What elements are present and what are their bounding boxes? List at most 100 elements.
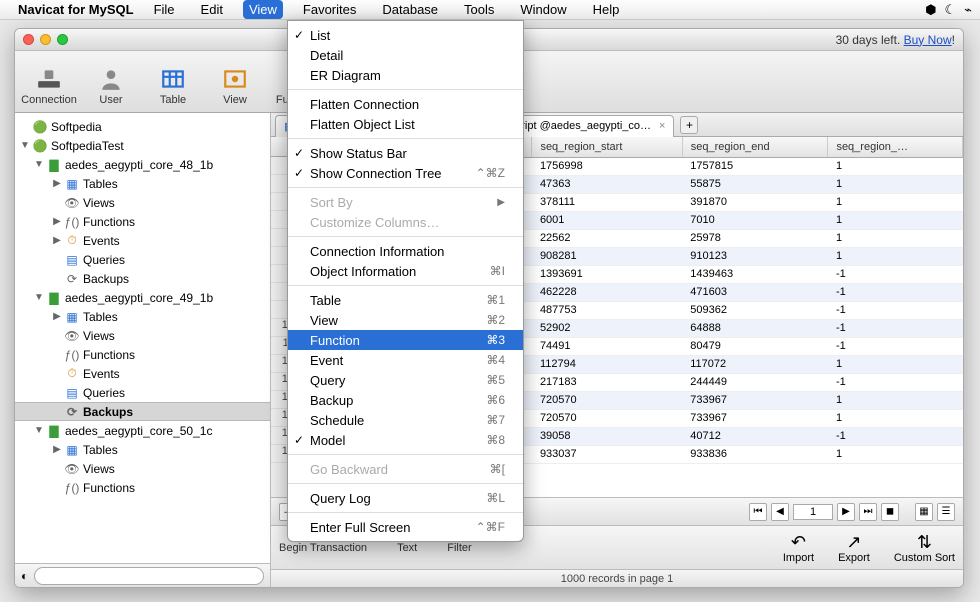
menu-window[interactable]: Window <box>514 0 572 19</box>
cell[interactable]: 471603 <box>682 283 828 301</box>
menu-item-detail[interactable]: Detail <box>288 45 523 65</box>
tree-item[interactable]: 👁Views <box>15 459 270 478</box>
cell[interactable]: 25978 <box>682 229 828 247</box>
stop-button[interactable]: ◼ <box>881 503 899 521</box>
cell[interactable]: 64888 <box>682 319 828 337</box>
cell[interactable]: 55875 <box>682 175 828 193</box>
menu-item-schedule[interactable]: Schedule⌘7 <box>288 410 523 430</box>
action-begin-transaction[interactable]: Begin Transaction <box>279 542 367 554</box>
cell[interactable]: -1 <box>828 337 963 355</box>
close-icon[interactable] <box>23 34 34 45</box>
page-input[interactable] <box>793 504 833 520</box>
tray-icon[interactable]: ⬢ <box>925 2 936 18</box>
cell[interactable]: 1 <box>828 175 963 193</box>
menu-item-flatten-object-list[interactable]: Flatten Object List <box>288 114 523 134</box>
menu-item-event[interactable]: Event⌘4 <box>288 350 523 370</box>
menu-item-query[interactable]: Query⌘5 <box>288 370 523 390</box>
menu-item-enter-full-screen[interactable]: Enter Full Screen⌃⌘F <box>288 517 523 537</box>
menu-item-connection-information[interactable]: Connection Information <box>288 241 523 261</box>
tray-icon[interactable]: ⌁ <box>964 2 972 18</box>
cell[interactable]: 117072 <box>682 355 828 373</box>
menu-item-object-information[interactable]: Object Information⌘I <box>288 261 523 281</box>
menu-tools[interactable]: Tools <box>458 0 500 19</box>
cell[interactable]: 7010 <box>682 211 828 229</box>
cell[interactable]: 1 <box>828 193 963 211</box>
menu-item-view[interactable]: View⌘2 <box>288 310 523 330</box>
cell[interactable]: 1 <box>828 445 963 463</box>
tree-item[interactable]: 🟢Softpedia <box>15 117 270 136</box>
tree-item[interactable]: ƒ()Functions <box>15 345 270 364</box>
grid-view-icon[interactable]: ▦ <box>915 503 933 521</box>
cell[interactable]: 244449 <box>682 373 828 391</box>
tree-item[interactable]: ▶▦Tables <box>15 440 270 459</box>
cell[interactable]: 112794 <box>532 355 682 373</box>
tree-item[interactable]: ⟳Backups <box>15 402 270 421</box>
menu-database[interactable]: Database <box>376 0 444 19</box>
cell[interactable]: 462228 <box>532 283 682 301</box>
tree-item[interactable]: ⏱Events <box>15 364 270 383</box>
menu-edit[interactable]: Edit <box>195 0 229 19</box>
cell[interactable]: 1439463 <box>682 265 828 283</box>
cell[interactable]: 1 <box>828 355 963 373</box>
cell[interactable]: 1 <box>828 247 963 265</box>
first-page-button[interactable]: ⏮ <box>749 503 767 521</box>
menu-file[interactable]: File <box>148 0 181 19</box>
minimize-icon[interactable] <box>40 34 51 45</box>
toolbar-table-button[interactable]: Table <box>149 64 197 106</box>
cell[interactable]: 52902 <box>532 319 682 337</box>
cell[interactable]: 1 <box>828 211 963 229</box>
last-page-button[interactable]: ⏭ <box>859 503 877 521</box>
toolbar-connection-button[interactable]: Connection <box>25 64 73 106</box>
cell[interactable]: 1 <box>828 229 963 247</box>
cell[interactable]: 391870 <box>682 193 828 211</box>
cell[interactable]: 1756998 <box>532 157 682 175</box>
export-button[interactable]: ↗Export <box>838 532 870 564</box>
tray-icon[interactable]: ☾ <box>945 2 957 18</box>
menu-item-table[interactable]: Table⌘1 <box>288 290 523 310</box>
cell[interactable]: 733967 <box>682 409 828 427</box>
cell[interactable]: 487753 <box>532 301 682 319</box>
cell[interactable]: 378111 <box>532 193 682 211</box>
add-tab-button[interactable]: + <box>680 116 698 134</box>
tree-item[interactable]: ▼▇aedes_aegypti_core_48_1b <box>15 155 270 174</box>
cell[interactable]: 22562 <box>532 229 682 247</box>
cell[interactable]: 217183 <box>532 373 682 391</box>
buy-now-link[interactable]: Buy Now <box>904 33 952 47</box>
cell[interactable]: 1757815 <box>682 157 828 175</box>
menu-item-model[interactable]: Model⌘8 <box>288 430 523 450</box>
disclosure-icon[interactable]: ▼ <box>33 425 45 436</box>
cell[interactable]: 1 <box>828 391 963 409</box>
cell[interactable]: 933037 <box>532 445 682 463</box>
tree-item[interactable]: ƒ()Functions <box>15 478 270 497</box>
menu-item-backup[interactable]: Backup⌘6 <box>288 390 523 410</box>
disclosure-icon[interactable]: ▼ <box>33 292 45 303</box>
cell[interactable]: 39058 <box>532 427 682 445</box>
action-text[interactable]: Text <box>397 542 417 554</box>
app-name[interactable]: Navicat for MySQL <box>18 2 134 17</box>
zoom-icon[interactable] <box>57 34 68 45</box>
menu-item-show-status-bar[interactable]: Show Status Bar <box>288 143 523 163</box>
disclosure-icon[interactable]: ▶ <box>51 311 63 322</box>
cell[interactable]: 910123 <box>682 247 828 265</box>
column-header[interactable]: seq_region_… <box>828 137 963 157</box>
disclosure-icon[interactable]: ▶ <box>51 444 63 455</box>
tree-item[interactable]: ▤Queries <box>15 250 270 269</box>
disclosure-icon[interactable]: ▶ <box>51 235 63 246</box>
menu-item-query-log[interactable]: Query Log⌘L <box>288 488 523 508</box>
cell[interactable]: 1 <box>828 157 963 175</box>
cell[interactable]: 720570 <box>532 391 682 409</box>
tree-item[interactable]: 👁Views <box>15 193 270 212</box>
connection-tree[interactable]: 🟢Softpedia▼🟢SoftpediaTest▼▇aedes_aegypti… <box>15 113 270 563</box>
tree-item[interactable]: ▶ƒ()Functions <box>15 212 270 231</box>
cell[interactable]: 720570 <box>532 409 682 427</box>
cell[interactable]: 1393691 <box>532 265 682 283</box>
cell[interactable]: 509362 <box>682 301 828 319</box>
cell[interactable]: 74491 <box>532 337 682 355</box>
tree-item[interactable]: ▶▦Tables <box>15 174 270 193</box>
disclosure-icon[interactable]: ▶ <box>51 178 63 189</box>
action-filter[interactable]: Filter <box>447 542 471 554</box>
tree-item[interactable]: ▶▦Tables <box>15 307 270 326</box>
tree-item[interactable]: ▼▇aedes_aegypti_core_50_1c <box>15 421 270 440</box>
cell[interactable]: 6001 <box>532 211 682 229</box>
menu-item-er-diagram[interactable]: ER Diagram <box>288 65 523 85</box>
